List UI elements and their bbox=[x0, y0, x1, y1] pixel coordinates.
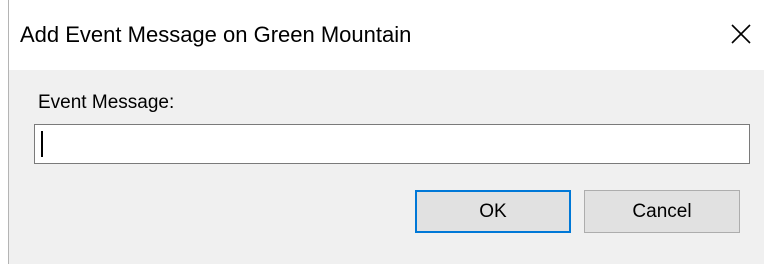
close-icon bbox=[731, 24, 751, 44]
cancel-button[interactable]: Cancel bbox=[584, 190, 740, 233]
close-button[interactable] bbox=[721, 14, 761, 54]
text-caret bbox=[41, 131, 43, 157]
window-title: Add Event Message on Green Mountain bbox=[20, 22, 412, 47]
event-message-input[interactable] bbox=[34, 124, 750, 164]
ok-button[interactable]: OK bbox=[415, 190, 571, 233]
title-bar[interactable]: Add Event Message on Green Mountain bbox=[9, 0, 764, 70]
add-event-message-dialog: Add Event Message on Green Mountain Even… bbox=[8, 0, 764, 264]
event-message-label: Event Message: bbox=[38, 92, 175, 113]
